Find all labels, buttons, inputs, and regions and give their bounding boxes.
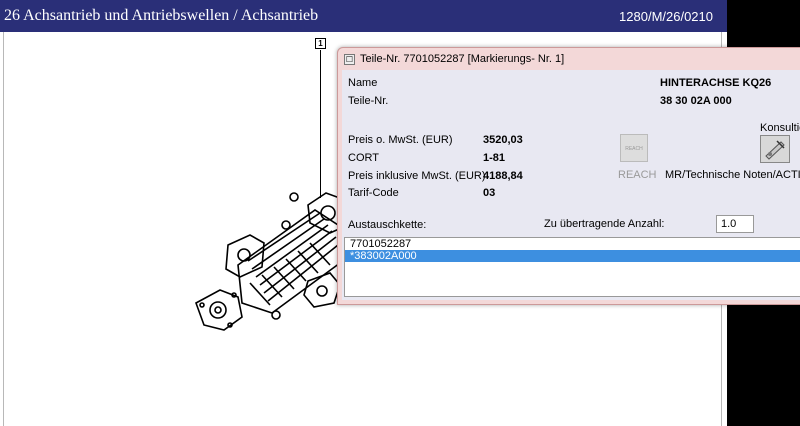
- callout-marker[interactable]: 1: [315, 38, 326, 49]
- window-title: 26 Achsantrieb und Antriebswellen / Achs…: [4, 7, 319, 24]
- dialog-title: Teile-Nr. 7701052287 [Markierungs- Nr. 1…: [360, 53, 565, 65]
- exchange-chain-label: Austauschkette:: [348, 219, 427, 231]
- quantity-input[interactable]: 1.0: [716, 215, 754, 233]
- window-title-bar: 26 Achsantrieb und Antriebswellen / Achs…: [0, 0, 727, 32]
- technical-notes-icon: [765, 140, 785, 160]
- list-item-selected[interactable]: *383002A000: [345, 250, 800, 262]
- consult-label: Konsultieren: [760, 122, 800, 134]
- cort-value: 1-81: [483, 152, 506, 164]
- list-item[interactable]: 7701052287: [345, 238, 800, 250]
- quantity-label: Zu übertragende Anzahl:: [544, 218, 665, 230]
- technical-notes-label: MR/Technische Noten/ACTIS: [665, 169, 800, 181]
- part-details-dialog: ☐ Teile-Nr. 7701052287 [Markierungs- Nr.…: [337, 47, 800, 305]
- reach-button[interactable]: REACH: [620, 134, 648, 162]
- dialog-body: Name HINTERACHSE KQ26 Teile-Nr. 38 30 02…: [342, 70, 800, 300]
- name-label: Name: [348, 77, 378, 89]
- rear-axle-drawing[interactable]: [190, 185, 350, 335]
- part-number-label: Teile-Nr.: [348, 95, 389, 107]
- callout-line: [320, 50, 321, 198]
- price-incl-label: Preis inklusive MwSt. (EUR): [348, 170, 486, 182]
- part-number-value: 38 30 02A 000: [660, 95, 732, 107]
- exchange-chain-list[interactable]: 7701052287 *383002A000: [344, 237, 800, 297]
- reach-label: REACH: [618, 169, 657, 181]
- price-incl-value: 4188,84: [483, 170, 523, 182]
- consult-button[interactable]: [760, 135, 790, 163]
- reach-icon: REACH: [625, 146, 643, 152]
- diagram-code: 1280/M/26/0210: [619, 8, 713, 24]
- cort-label: CORT: [348, 152, 379, 164]
- dialog-title-bar[interactable]: ☐ Teile-Nr. 7701052287 [Markierungs- Nr.…: [338, 48, 800, 70]
- price-excl-label: Preis o. MwSt. (EUR): [348, 134, 453, 146]
- tariff-label: Tarif-Code: [348, 187, 399, 199]
- app-icon: ☐: [344, 53, 355, 65]
- price-excl-value: 3520,03: [483, 134, 523, 146]
- tariff-value: 03: [483, 187, 496, 199]
- name-value: HINTERACHSE KQ26: [660, 77, 772, 89]
